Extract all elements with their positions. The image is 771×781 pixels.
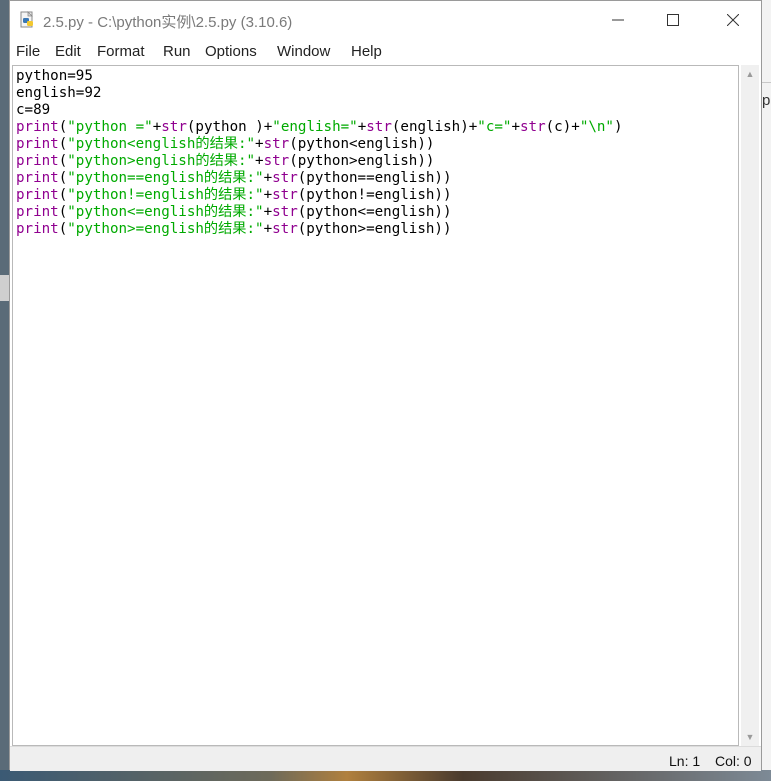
minimize-icon <box>612 19 624 21</box>
code-string: "python>=english的结果:" <box>67 221 264 237</box>
code-line[interactable]: c=89 <box>16 102 50 118</box>
menu-edit[interactable]: Edit <box>55 43 81 60</box>
code-line[interactable]: print("python<=english的结果:"+str(python<=… <box>16 204 452 220</box>
code-token: + <box>263 187 273 203</box>
code-token: ) <box>613 119 623 135</box>
code-keyword: str <box>520 119 546 135</box>
code-token: (python>=english)) <box>297 221 452 237</box>
code-keyword: print <box>16 119 59 135</box>
desktop-wallpaper <box>0 770 771 781</box>
code-line[interactable]: print("python>=english的结果:"+str(python>=… <box>16 221 452 237</box>
code-token: ( <box>58 170 68 186</box>
code-token: (python>english)) <box>289 153 435 169</box>
code-token: ( <box>58 187 68 203</box>
code-string: "c=" <box>477 119 512 135</box>
idle-editor-window: 2.5.py - C:\python实例\2.5.py (3.10.6) Fil… <box>9 0 762 771</box>
code-string: "python =" <box>67 119 153 135</box>
code-string: "\n" <box>579 119 614 135</box>
code-keyword: str <box>272 221 298 237</box>
code-token: + <box>263 170 273 186</box>
code-token: (python<=english)) <box>297 204 452 220</box>
window-title: 2.5.py - C:\python实例\2.5.py (3.10.6) <box>43 14 293 31</box>
code-string: "python<english的结果:" <box>67 136 256 152</box>
minimize-button[interactable] <box>595 1 641 39</box>
code-keyword: str <box>272 204 298 220</box>
title-bar[interactable]: 2.5.py - C:\python实例\2.5.py (3.10.6) <box>10 1 761 39</box>
code-token: (english)+ <box>391 119 478 135</box>
code-token: ( <box>58 119 68 135</box>
code-line[interactable]: print("python ="+str(python )+"english="… <box>16 119 623 135</box>
code-token: (python!=english)) <box>297 187 452 203</box>
code-token: ( <box>58 204 68 220</box>
code-token: ( <box>58 136 68 152</box>
code-keyword: print <box>16 136 59 152</box>
code-string: "python!=english的结果:" <box>67 187 264 203</box>
scroll-up-arrow-icon[interactable]: ▲ <box>741 65 759 83</box>
vertical-scrollbar[interactable]: ▲ ▼ <box>741 65 759 746</box>
code-token: + <box>263 204 273 220</box>
menu-format[interactable]: Format <box>97 43 145 60</box>
code-line[interactable]: python=95 <box>16 68 93 84</box>
code-keyword: str <box>263 153 290 169</box>
code-token: + <box>357 119 367 135</box>
code-token: c=89 <box>16 102 51 118</box>
code-keyword: print <box>16 170 59 186</box>
python-file-icon <box>20 11 33 28</box>
menu-file[interactable]: File <box>16 43 40 60</box>
code-text[interactable]: python=95 english=92 c=89 print("python … <box>16 68 623 238</box>
code-string: "python==english的结果:" <box>67 170 264 186</box>
code-line[interactable]: print("python==english的结果:"+str(python==… <box>16 170 452 186</box>
code-token: + <box>511 119 521 135</box>
code-string: "python>english的结果:" <box>67 153 256 169</box>
menu-options[interactable]: Options <box>205 43 257 60</box>
menu-window[interactable]: Window <box>277 43 330 60</box>
scroll-down-arrow-icon[interactable]: ▼ <box>741 728 759 746</box>
column-number-status: Col: 0 <box>715 753 752 769</box>
menu-help[interactable]: Help <box>351 43 382 60</box>
close-button[interactable] <box>710 1 756 39</box>
code-token: (python<english)) <box>289 136 435 152</box>
code-token: + <box>263 221 273 237</box>
code-keyword: print <box>16 204 59 220</box>
code-token: python=95 <box>16 68 93 84</box>
code-line[interactable]: print("python>english的结果:"+str(python>en… <box>16 153 434 169</box>
line-number-status: Ln: 1 <box>669 753 701 769</box>
code-string: "python<=english的结果:" <box>67 204 264 220</box>
code-token: (c)+ <box>545 119 580 135</box>
code-keyword: str <box>272 170 298 186</box>
code-keyword: print <box>16 187 59 203</box>
code-token: english=92 <box>16 85 102 101</box>
code-string: "english=" <box>272 119 358 135</box>
code-keyword: print <box>16 221 59 237</box>
background-left-edge <box>0 275 9 301</box>
menu-bar: File Edit Format Run Options Window Help <box>10 39 761 65</box>
status-bar: Ln: 1 Col: 0 <box>10 746 761 771</box>
code-token: ( <box>58 221 68 237</box>
code-token: (python )+ <box>186 119 273 135</box>
code-editor[interactable]: python=95 english=92 c=89 print("python … <box>12 65 739 746</box>
maximize-button[interactable] <box>650 1 696 39</box>
code-keyword: str <box>263 136 290 152</box>
maximize-icon <box>667 14 679 26</box>
code-token: + <box>255 153 264 169</box>
code-token: (python==english)) <box>297 170 452 186</box>
code-token: + <box>255 136 264 152</box>
code-keyword: print <box>16 153 59 169</box>
code-keyword: str <box>161 119 187 135</box>
code-line[interactable]: english=92 <box>16 85 101 101</box>
background-window-text: p <box>762 92 771 109</box>
menu-run[interactable]: Run <box>163 43 191 60</box>
code-keyword: str <box>272 187 298 203</box>
code-line[interactable]: print("python!=english的结果:"+str(python!=… <box>16 187 452 203</box>
code-token: ( <box>58 153 68 169</box>
code-keyword: str <box>366 119 392 135</box>
code-line[interactable]: print("python<english的结果:"+str(python<en… <box>16 136 434 152</box>
code-token: + <box>152 119 162 135</box>
close-icon <box>727 14 739 26</box>
